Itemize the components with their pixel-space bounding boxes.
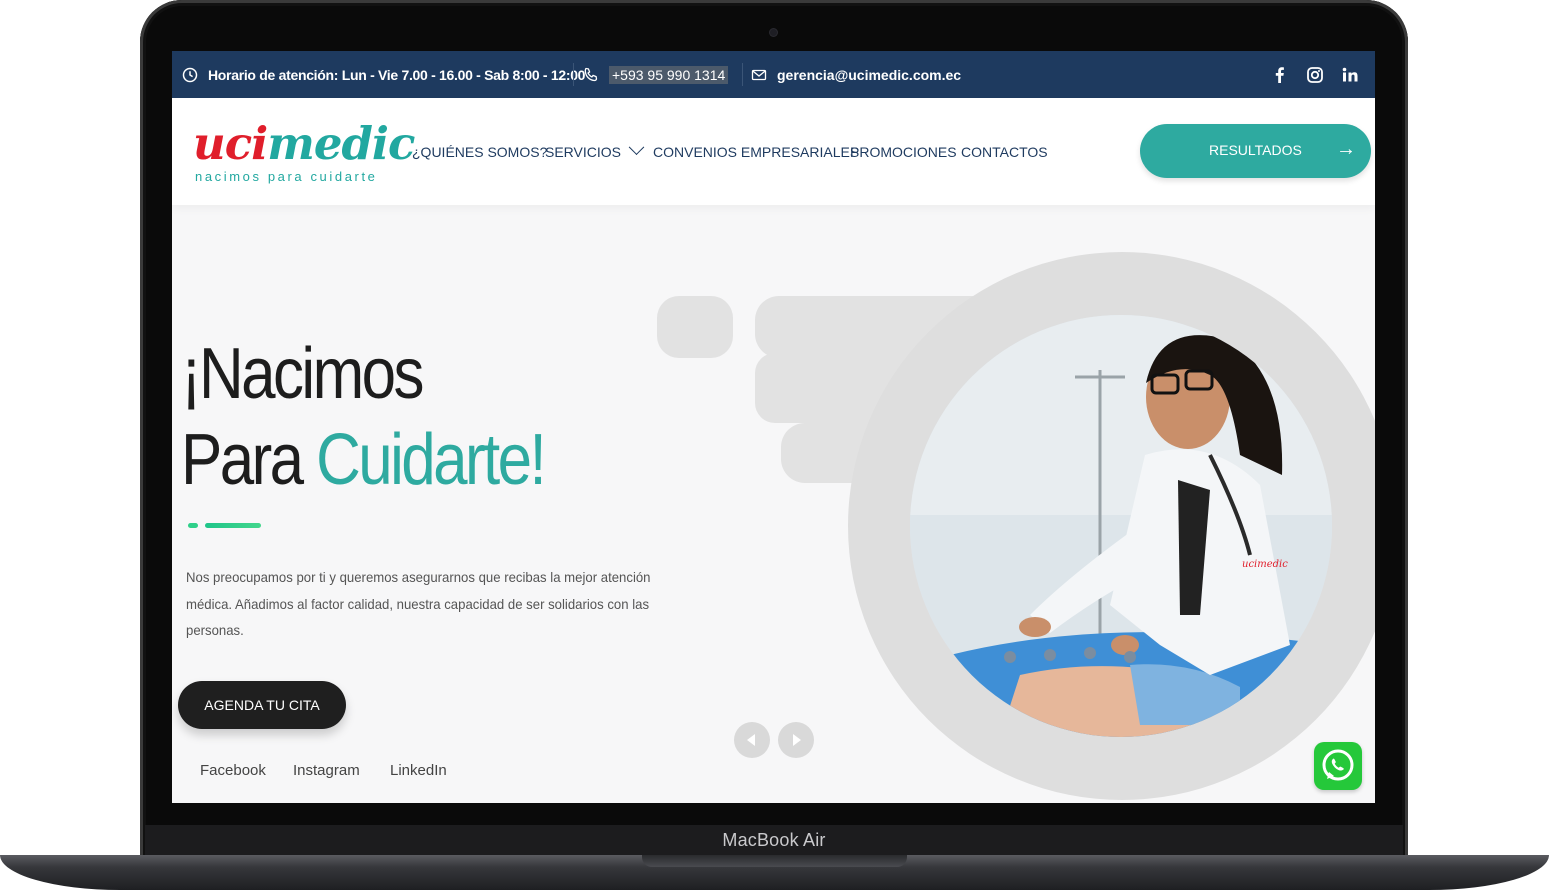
hours-text: Horario de atención: Lun - Vie 7.00 - 16… <box>208 66 586 83</box>
whatsapp-icon <box>1322 749 1354 781</box>
slider-next-button[interactable] <box>778 722 814 758</box>
slider-prev-button[interactable] <box>734 722 770 758</box>
nav-about[interactable]: ¿QUIÉNES SOMOS? <box>412 144 547 162</box>
nav-services-label: SERVICIOS <box>545 144 621 160</box>
divider <box>742 63 743 86</box>
top-info-bar: Horario de atención: Lun - Vie 7.00 - 16… <box>172 51 1375 98</box>
logo-medic: medic <box>267 117 415 170</box>
results-button-label: RESULTADOS <box>1209 142 1302 158</box>
email-info[interactable]: gerencia@ucimedic.com.ec <box>750 51 961 98</box>
hero-title-para: Para <box>181 420 317 500</box>
clock-icon <box>182 67 198 82</box>
hero-description: Nos preocupamos por ti y queremos asegur… <box>186 569 651 638</box>
link-instagram[interactable]: Instagram <box>293 762 360 779</box>
logo-tagline: nacimos para cuidarte <box>195 169 378 184</box>
arrow-right-icon: → <box>1336 138 1356 160</box>
phone-number[interactable]: +593 95 990 1314 <box>609 65 729 84</box>
logo-uci: uci <box>193 117 268 170</box>
instagram-icon[interactable] <box>1305 65 1325 85</box>
facebook-icon[interactable] <box>1270 65 1290 85</box>
nav-contacts[interactable]: CONTACTOS <box>961 144 1048 162</box>
browser-viewport: Horario de atención: Lun - Vie 7.00 - 16… <box>172 51 1375 803</box>
nav-agreements[interactable]: CONVENIOS EMPRESARIALES <box>653 144 859 162</box>
laptop-chin: MacBook Air <box>145 825 1403 857</box>
device-label: MacBook Air <box>722 830 826 850</box>
mail-icon <box>751 69 767 80</box>
laptop-hinge-notch <box>642 855 907 867</box>
doctor-illustration: ucimedic <box>910 315 1332 737</box>
hero-photo: ucimedic <box>910 315 1332 737</box>
nav-promotions[interactable]: PROMOCIONES <box>850 144 957 162</box>
site-logo[interactable]: ucimedic <box>193 121 415 167</box>
accent-dot <box>188 523 198 528</box>
phone-info[interactable]: +593 95 990 1314 <box>582 51 729 98</box>
email-address[interactable]: gerencia@ucimedic.com.ec <box>777 67 961 83</box>
results-button[interactable]: RESULTADOS → <box>1140 124 1371 178</box>
divider <box>573 63 574 86</box>
link-linkedin[interactable]: LinkedIn <box>390 762 447 779</box>
phone-icon <box>584 67 598 81</box>
hero-title-cuidarte: Cuidarte! <box>316 420 547 500</box>
accent-line <box>205 523 261 528</box>
chevron-down-icon <box>628 139 645 156</box>
webcam <box>770 29 777 36</box>
hours-info: Horario de atención: Lun - Vie 7.00 - 16… <box>181 51 585 98</box>
triangle-right-icon <box>793 734 801 746</box>
hero-title-line1: ¡Nacimos <box>181 334 424 414</box>
linkedin-icon[interactable] <box>1340 65 1360 85</box>
whatsapp-button[interactable] <box>1314 742 1362 790</box>
link-facebook[interactable]: Facebook <box>200 762 266 779</box>
hero-title: ¡Nacimos Para Cuidarte! <box>181 331 547 503</box>
hero-title-line2: Para Cuidarte! <box>181 417 547 503</box>
triangle-left-icon <box>747 734 755 746</box>
coat-logo: ucimedic <box>1242 559 1288 570</box>
book-appointment-button[interactable]: AGENDA TU CITA <box>178 681 346 729</box>
site-header: ucimedic nacimos para cuidarte ¿QUIÉNES … <box>172 98 1375 205</box>
nav-services[interactable]: SERVICIOS <box>545 139 645 162</box>
